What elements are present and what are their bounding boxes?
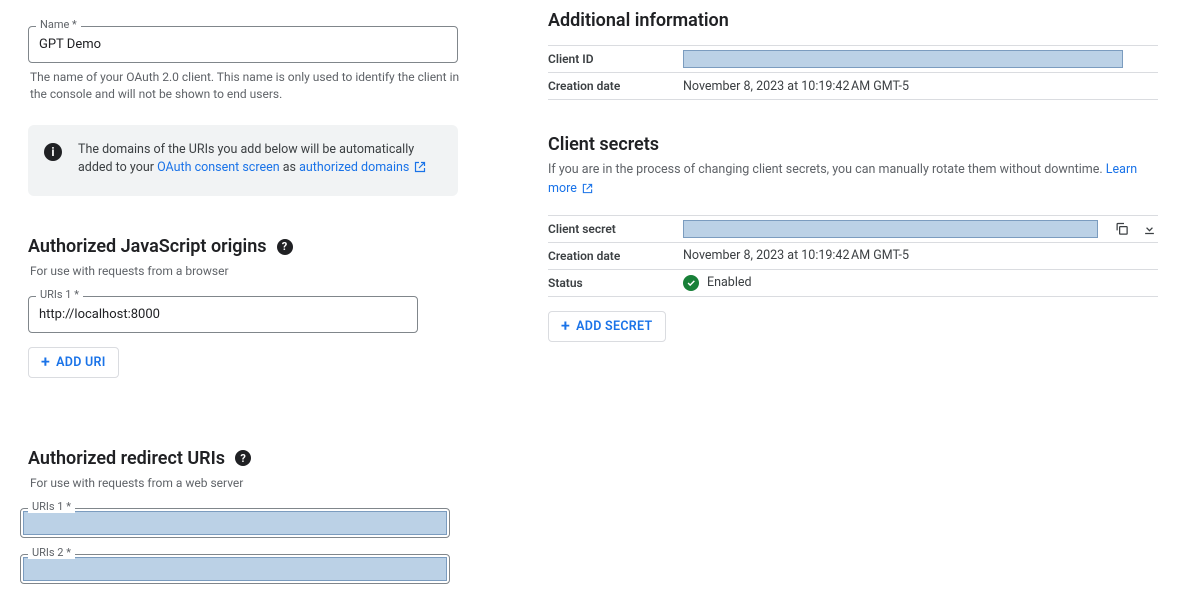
status-label: Status bbox=[548, 272, 683, 294]
redirect-uris-heading: Authorized redirect URIs ? bbox=[28, 448, 488, 469]
name-field-wrapper: Name * bbox=[28, 26, 458, 63]
js-uri-1-wrapper: URIs 1 * bbox=[28, 296, 418, 333]
status-value: Enabled bbox=[707, 275, 752, 290]
redirect-uri-2-wrapper: URIs 2 * bbox=[20, 554, 450, 584]
check-circle-icon bbox=[683, 275, 699, 291]
client-id-value[interactable] bbox=[683, 50, 1123, 68]
client-id-label: Client ID bbox=[548, 48, 683, 70]
redirect-uri-2-label: URIs 2 * bbox=[28, 547, 75, 559]
client-secrets-desc: If you are in the process of changing cl… bbox=[548, 161, 1158, 201]
add-secret-button[interactable]: + ADD SECRET bbox=[548, 311, 666, 342]
additional-info-heading: Additional information bbox=[548, 10, 1158, 31]
js-origins-sub: For use with requests from a browser bbox=[30, 263, 486, 280]
client-secrets-table: Client secret Creation date November bbox=[548, 215, 1158, 297]
plus-icon: + bbox=[41, 356, 50, 368]
download-icon[interactable] bbox=[1140, 220, 1158, 238]
external-link-icon bbox=[582, 182, 593, 201]
name-label: Name * bbox=[36, 19, 81, 31]
creation-date-value: November 8, 2023 at 10:19:42 AM GMT-5 bbox=[683, 75, 1158, 98]
secret-creation-date-label: Creation date bbox=[548, 245, 683, 267]
external-link-icon bbox=[414, 161, 426, 180]
creation-date-label: Creation date bbox=[548, 75, 683, 97]
client-secret-label: Client secret bbox=[548, 218, 683, 240]
authorized-domains-link[interactable]: authorized domains bbox=[299, 160, 426, 175]
secret-creation-date-value: November 8, 2023 at 10:19:42 AM GMT-5 bbox=[683, 244, 1158, 267]
info-icon: i bbox=[44, 143, 62, 161]
copy-icon[interactable] bbox=[1112, 220, 1130, 238]
client-secret-value[interactable] bbox=[683, 220, 1098, 238]
redirect-uri-1-input[interactable] bbox=[23, 511, 447, 535]
name-input[interactable] bbox=[29, 27, 457, 62]
js-origins-heading: Authorized JavaScript origins ? bbox=[28, 236, 488, 257]
oauth-consent-link[interactable]: OAuth consent screen bbox=[157, 160, 280, 175]
help-icon[interactable]: ? bbox=[235, 450, 251, 466]
additional-info-table: Client ID Creation date November 8, 2023… bbox=[548, 45, 1158, 100]
redirect-uris-sub: For use with requests from a web server bbox=[30, 475, 486, 492]
client-secrets-heading: Client secrets bbox=[548, 134, 1158, 155]
domains-callout: i The domains of the URIs you add below … bbox=[28, 125, 458, 197]
name-hint: The name of your OAuth 2.0 client. This … bbox=[30, 69, 460, 103]
callout-text-2: as bbox=[283, 160, 299, 175]
redirect-uri-2-input[interactable] bbox=[23, 557, 447, 581]
redirect-uri-1-wrapper: URIs 1 * bbox=[20, 508, 450, 538]
add-uri-button[interactable]: + ADD URI bbox=[28, 347, 119, 378]
js-uri-1-label: URIs 1 * bbox=[36, 289, 83, 301]
plus-icon: + bbox=[561, 320, 570, 332]
redirect-uri-1-label: URIs 1 * bbox=[28, 501, 75, 513]
js-uri-1-input[interactable] bbox=[29, 297, 417, 332]
help-icon[interactable]: ? bbox=[277, 239, 293, 255]
